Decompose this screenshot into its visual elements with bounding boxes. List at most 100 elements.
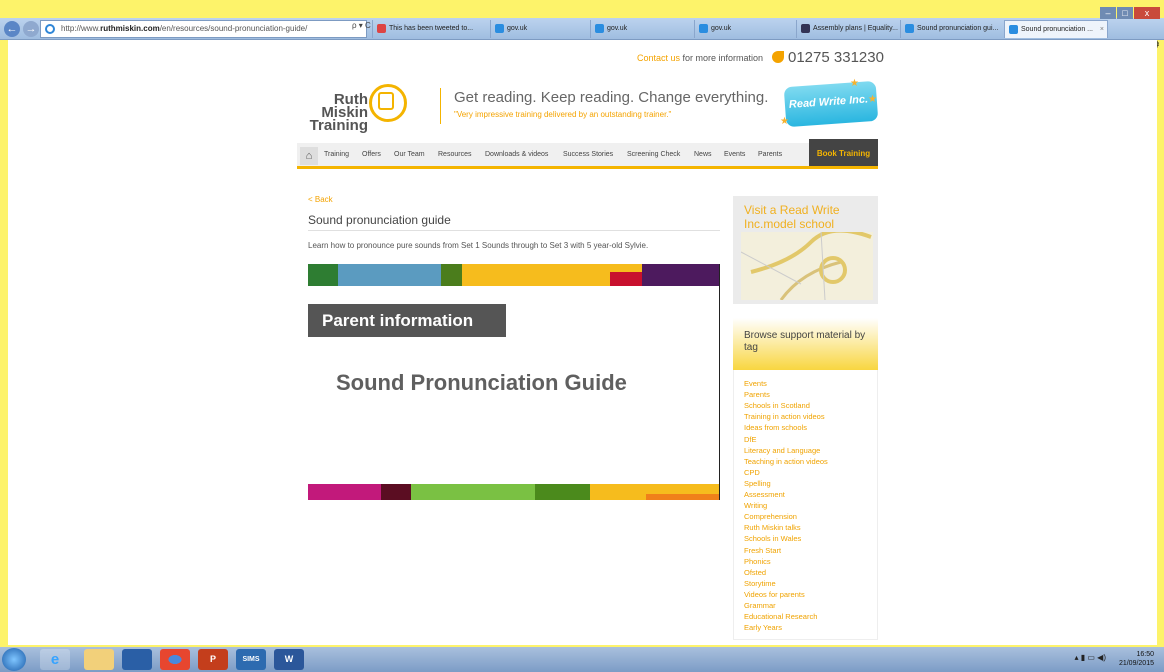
nav-item-resources[interactable]: Resources (438, 151, 471, 158)
clock[interactable]: 16:50 21/09/2015 (1119, 650, 1154, 668)
tag-link[interactable]: Schools in Scotland (744, 401, 810, 410)
address-path: /en/resources/sound-pronunciation-guide/ (159, 24, 308, 33)
tag-link[interactable]: Ofsted (744, 568, 766, 577)
start-button[interactable] (2, 648, 26, 671)
tag-link[interactable]: Ideas from schools (744, 423, 807, 432)
visit-school-title[interactable]: Visit a Read Write Inc.model school (744, 203, 869, 231)
tag-link[interactable]: Storytime (744, 579, 776, 588)
tab-label: This has been tweeted to... (389, 25, 474, 32)
tag-link[interactable]: DfE (744, 435, 757, 444)
nav-item-events[interactable]: Events (724, 151, 745, 158)
tag-link[interactable]: Educational Research (744, 612, 817, 621)
map-thumbnail[interactable] (740, 228, 873, 301)
tag-link[interactable]: Phonics (744, 557, 771, 566)
tag-link[interactable]: Videos for parents (744, 590, 805, 599)
sims-icon[interactable]: SIMS (236, 649, 266, 670)
color-stripe (338, 264, 441, 286)
page-title: Sound pronunciation guide (308, 213, 451, 227)
browser-tab[interactable]: gov.uk (590, 20, 694, 38)
color-stripe (411, 484, 535, 500)
nav-item-success-stories[interactable]: Success Stories (563, 151, 613, 158)
nav-item-news[interactable]: News (694, 151, 712, 158)
tab-label: gov.uk (711, 25, 732, 32)
nav-item-our-team[interactable]: Our Team (394, 151, 425, 158)
browser-tab[interactable]: gov.uk (490, 20, 590, 38)
nav-item-downloads[interactable]: Downloads & videos (485, 151, 548, 158)
tab-label: gov.uk (607, 25, 628, 32)
tag-link[interactable]: Teaching in action videos (744, 457, 828, 466)
rwi-logo-text: Read Write Inc. (788, 93, 869, 111)
ie-tab-icon (699, 24, 708, 33)
powerpoint-icon[interactable]: P (198, 649, 228, 670)
outlook-icon[interactable] (122, 649, 152, 670)
tag-link[interactable]: Fresh Start (744, 546, 781, 555)
tagline: Get reading. Keep reading. Change everyt… (454, 89, 769, 106)
color-stripe (646, 494, 719, 500)
tag-link[interactable]: Ruth Miskin talks (744, 523, 801, 532)
home-icon[interactable]: ⌂ (300, 147, 318, 165)
browse-tags-title: Browse support material by tag (744, 330, 866, 353)
tag-link[interactable]: Writing (744, 501, 767, 510)
nav-item-parents[interactable]: Parents (758, 151, 782, 158)
back-link[interactable]: < Back (308, 195, 333, 204)
contact-link[interactable]: Contact us (637, 53, 680, 63)
tag-link[interactable]: Grammar (744, 601, 776, 610)
nav-item-screening-check[interactable]: Screening Check (627, 151, 680, 158)
tag-link[interactable]: Training in action videos (744, 412, 825, 421)
tag-link[interactable]: Assessment (744, 490, 785, 499)
tag-link[interactable]: Events (744, 379, 767, 388)
tag-link[interactable]: Literacy and Language (744, 446, 820, 455)
ie-tab-icon (595, 24, 604, 33)
forward-arrow-icon[interactable]: → (23, 21, 39, 37)
address-prefix: http://www. (61, 24, 101, 33)
nav-item-offers[interactable]: Offers (362, 151, 381, 158)
nav-item-training[interactable]: Training (324, 151, 349, 158)
title-divider (308, 230, 720, 231)
minimize-icon[interactable]: – (1100, 7, 1116, 19)
color-stripe (441, 264, 462, 286)
word-icon[interactable]: W (274, 649, 304, 670)
address-bar[interactable]: http://www.ruthmiskin.com/en/resources/s… (40, 20, 367, 38)
intro-text: Learn how to pronounce pure sounds from … (308, 241, 649, 250)
chrome-icon[interactable] (160, 649, 190, 670)
browser-tab-active[interactable]: Sound pronunciation ... × (1004, 20, 1108, 38)
browser-tab[interactable]: Sound pronunciation gui... (900, 20, 1004, 38)
browser-tab[interactable]: This has been tweeted to... (372, 20, 490, 38)
tag-link[interactable]: Early Years (744, 623, 782, 632)
logo-square-icon (378, 92, 394, 110)
tab-label: Sound pronunciation ... (1021, 26, 1093, 33)
read-write-inc-logo[interactable]: Read Write Inc. (783, 80, 879, 128)
color-stripe (610, 272, 642, 286)
header-divider (440, 88, 441, 124)
tag-link[interactable]: Parents (744, 390, 770, 399)
page-tab-icon (801, 24, 810, 33)
book-training-button[interactable]: Book Training (809, 139, 878, 169)
tab-label: Assembly plans | Equality... (813, 25, 898, 32)
browser-tab[interactable]: Assembly plans | Equality... (796, 20, 900, 38)
back-arrow-icon[interactable]: ← (4, 21, 20, 37)
tag-link[interactable]: Schools in Wales (744, 534, 801, 543)
file-explorer-icon[interactable] (84, 649, 114, 670)
tag-link[interactable]: CPD (744, 468, 760, 477)
color-stripe (381, 484, 411, 500)
close-tab-icon[interactable]: × (1100, 21, 1104, 38)
star-icon: ★ (780, 116, 789, 127)
logo-line2: Training (309, 117, 368, 134)
maximize-icon[interactable]: □ (1117, 7, 1133, 19)
search-refresh-icon[interactable]: ρ ▾ C (352, 21, 371, 30)
tray-icons[interactable]: ▴ ▮ ▭ ◀) (1075, 653, 1106, 662)
logo-text[interactable]: Ruth Miskin Training (293, 92, 368, 134)
windows-taskbar: e P SIMS W ▴ ▮ ▭ ◀) 16:50 21/09/2015 (0, 647, 1164, 672)
color-stripe (642, 264, 719, 286)
tag-link[interactable]: Comprehension (744, 512, 797, 521)
tag-link[interactable]: Spelling (744, 479, 771, 488)
color-stripe (308, 484, 381, 500)
window-controls: – □ x (1099, 3, 1160, 19)
ie-tab-icon (905, 24, 914, 33)
internet-explorer-icon[interactable]: e (40, 649, 70, 670)
browser-tab[interactable]: gov.uk (694, 20, 796, 38)
contact-text: for more information (680, 53, 764, 63)
ie-tab-icon (1009, 25, 1018, 34)
map-roads (740, 228, 872, 301)
close-window-icon[interactable]: x (1134, 7, 1160, 19)
